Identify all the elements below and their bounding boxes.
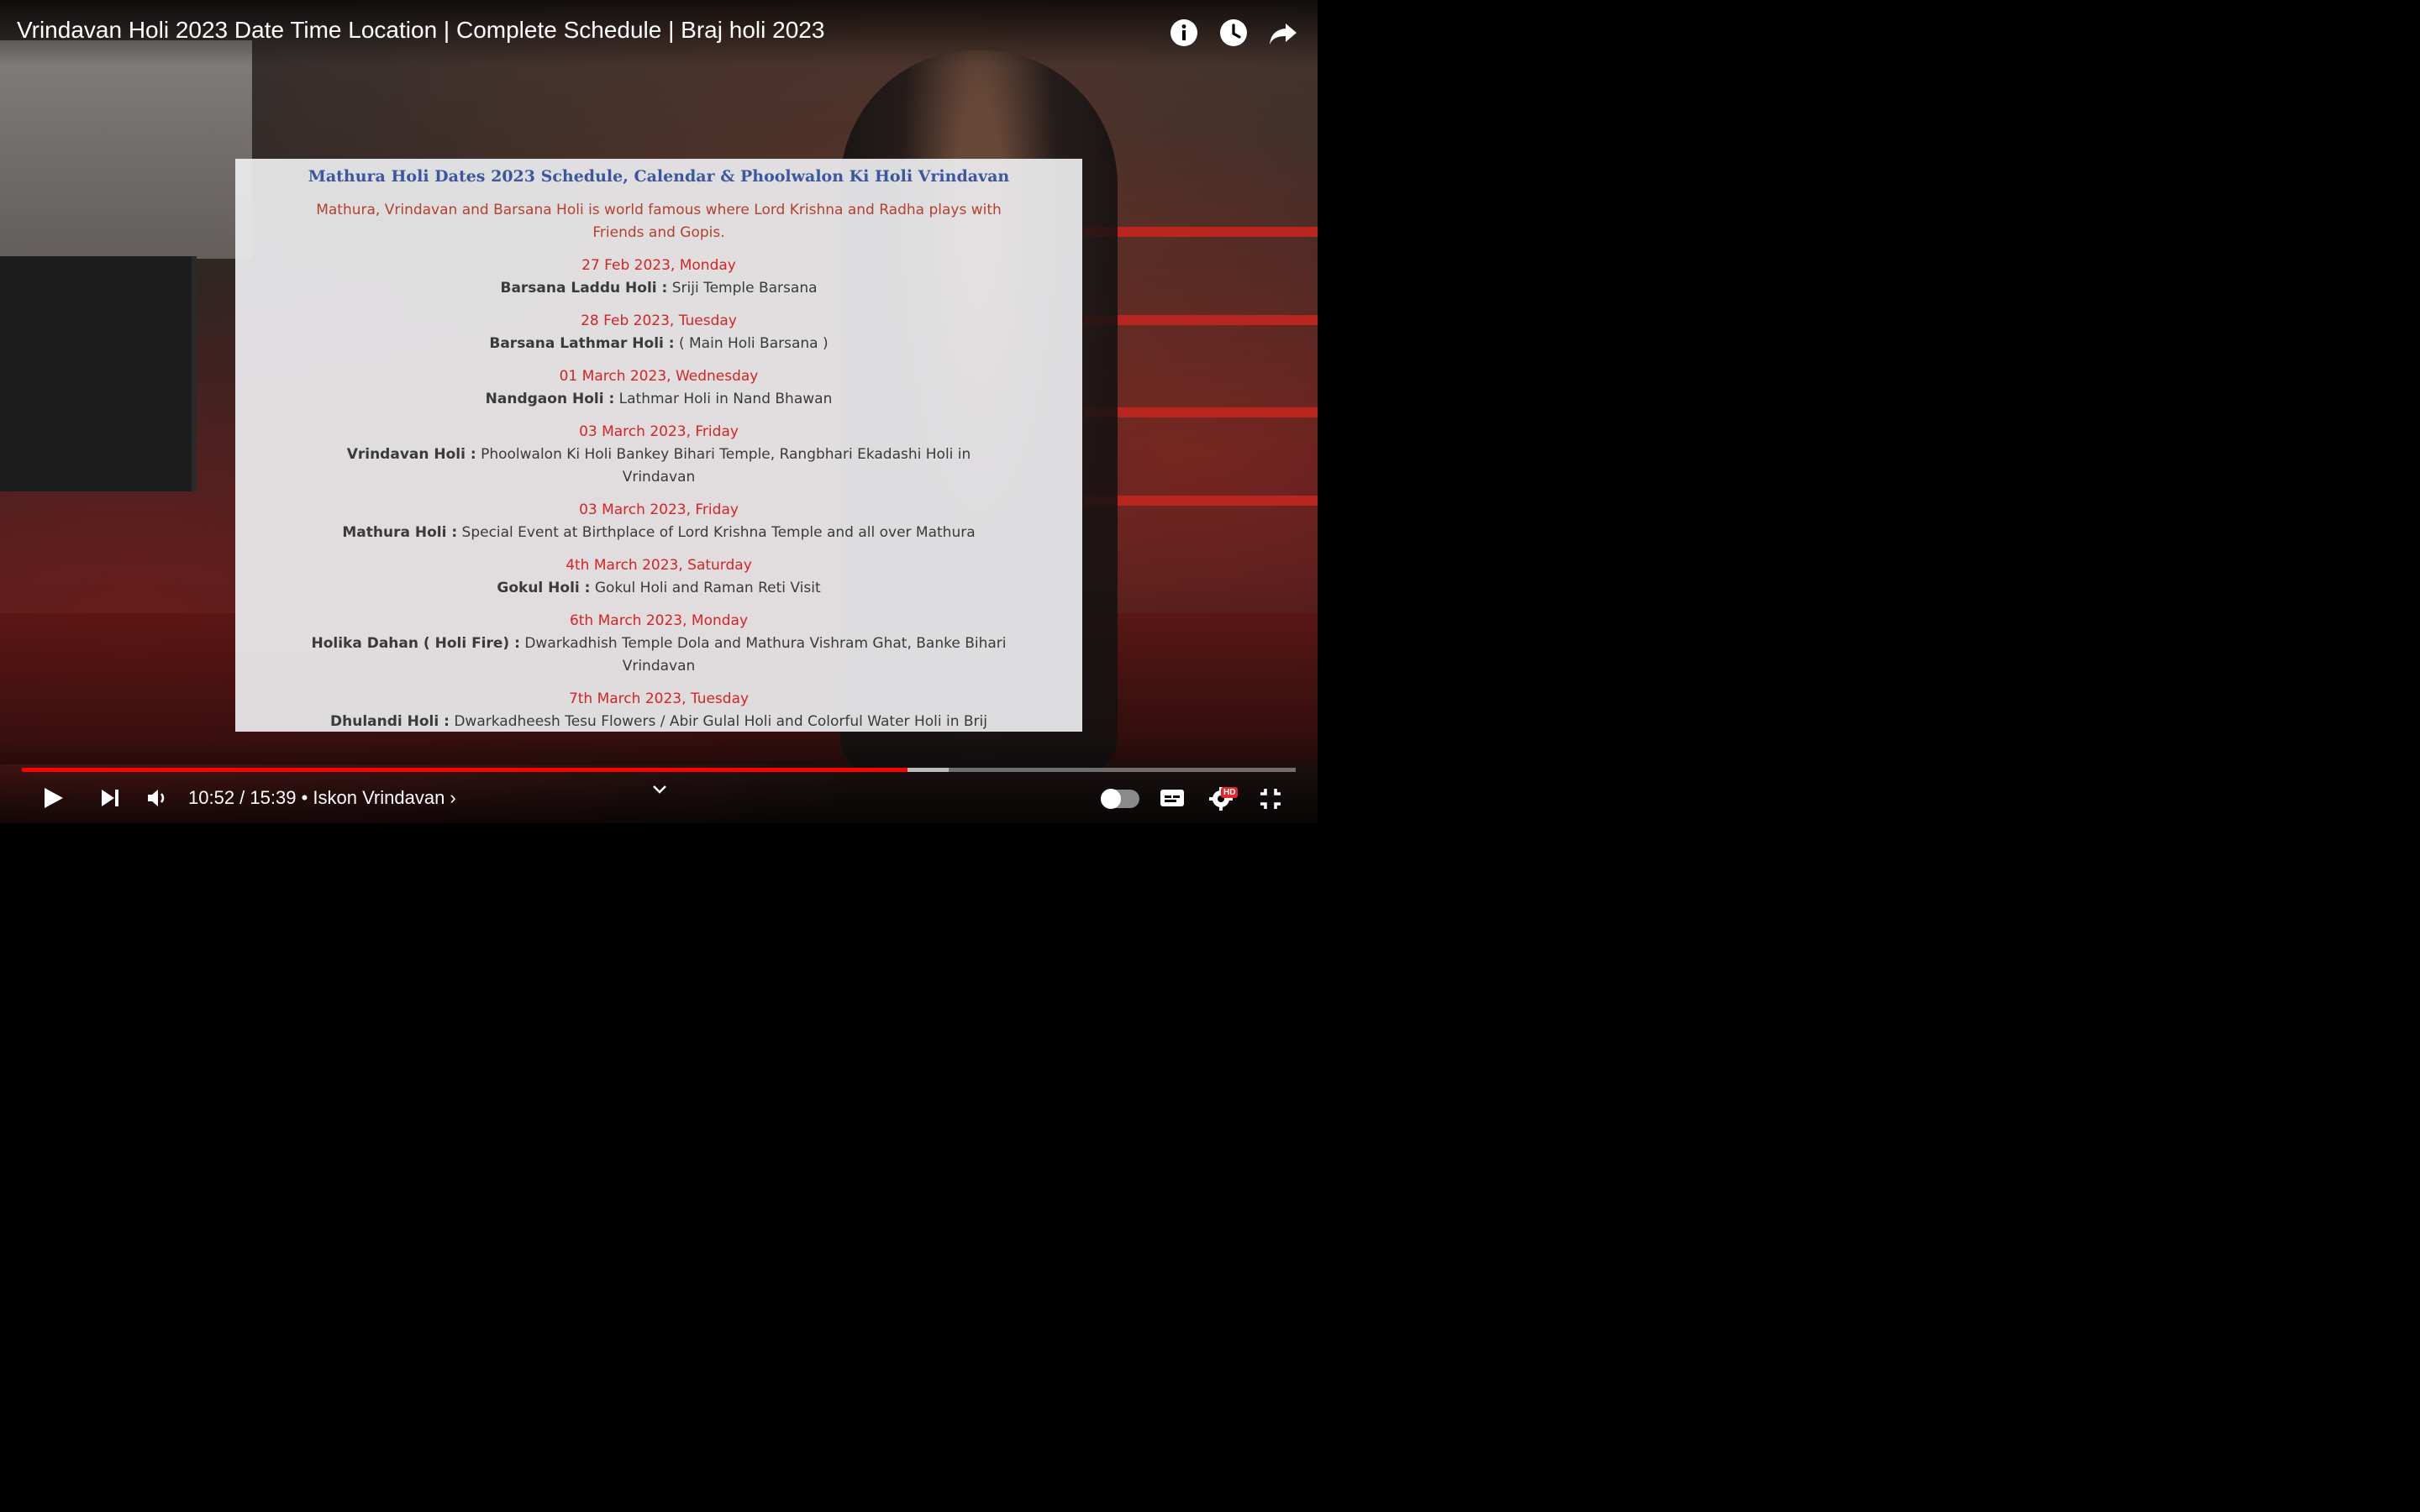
event-item: 6th March 2023, Monday Holika Dahan ( Ho… — [235, 610, 1082, 678]
video-title[interactable]: Vrindavan Holi 2023 Date Time Location |… — [17, 17, 824, 44]
exit-fullscreen-icon[interactable] — [1257, 785, 1284, 816]
event-item: 28 Feb 2023, Tuesday Barsana Lathmar Hol… — [235, 310, 1082, 355]
event-name: Vrindavan Holi : — [346, 446, 476, 463]
event-name: Holika Dahan ( Holi Fire) : — [311, 635, 520, 652]
event-name: Mathura Holi : — [342, 524, 458, 541]
background-shelf — [1084, 407, 1318, 417]
time-display: 10:52 / 15:39 • Iskon Vrindavan › — [188, 787, 456, 809]
event-detail: Lathmar Holi in Nand Bhawan — [614, 391, 833, 407]
background-chalkboard — [0, 256, 197, 491]
event-date: 7th March 2023, Tuesday — [568, 690, 750, 707]
event-date: 4th March 2023, Saturday — [566, 557, 752, 574]
event-line: Dhulandi Holi : Dwarkadheesh Tesu Flower… — [310, 711, 1007, 733]
progress-bar[interactable] — [22, 768, 1296, 772]
event-detail: Sriji Temple Barsana — [667, 280, 818, 297]
event-item: 4th March 2023, Saturday Gokul Holi : Go… — [235, 554, 1082, 600]
play-icon[interactable] — [40, 785, 66, 815]
channel-link[interactable]: • Iskon Vrindavan › — [296, 787, 456, 808]
hd-badge: HD — [1221, 787, 1239, 798]
event-detail: Dwarkadheesh Tesu Flowers / Abir Gulal H… — [449, 713, 987, 730]
event-name: Nandgaon Holi : — [485, 391, 615, 407]
event-name: Dhulandi Holi : — [330, 713, 450, 730]
event-line: Holika Dahan ( Holi Fire) : Dwarkadhish … — [310, 633, 1007, 678]
event-line: Barsana Laddu Holi : Sriji Temple Barsan… — [310, 277, 1007, 300]
background-shelf — [1084, 496, 1318, 506]
event-item: 27 Feb 2023, Monday Barsana Laddu Holi :… — [235, 255, 1082, 300]
event-detail: ( Main Holi Barsana ) — [674, 335, 829, 352]
event-date: 28 Feb 2023, Tuesday — [581, 312, 737, 329]
time-value: 10:52 / 15:39 — [188, 787, 297, 808]
event-date: 01 March 2023, Wednesday — [559, 368, 759, 385]
event-name: Barsana Laddu Holi : — [500, 280, 668, 297]
schedule-slide: Mathura Holi Dates 2023 Schedule, Calend… — [235, 159, 1082, 732]
event-date: 03 March 2023, Friday — [579, 423, 739, 440]
event-date: 27 Feb 2023, Monday — [581, 257, 736, 274]
clock-icon[interactable] — [1218, 17, 1249, 49]
event-detail: Gokul Holi and Raman Reti Visit — [590, 580, 821, 596]
slide-title: Mathura Holi Dates 2023 Schedule, Calend… — [308, 167, 1010, 186]
event-item: 01 March 2023, Wednesday Nandgaon Holi :… — [235, 365, 1082, 411]
event-name: Barsana Lathmar Holi : — [489, 335, 675, 352]
background-shelf — [1084, 227, 1318, 237]
event-date: 6th March 2023, Monday — [569, 612, 749, 629]
event-item: 7th March 2023, Tuesday Dhulandi Holi : … — [235, 688, 1082, 733]
share-icon[interactable] — [1267, 17, 1299, 49]
autoplay-toggle[interactable] — [1101, 789, 1139, 809]
top-bar: Vrindavan Holi 2023 Date Time Location |… — [0, 0, 1318, 66]
event-line: Gokul Holi : Gokul Holi and Raman Reti V… — [310, 577, 1007, 600]
slide-intro: Mathura, Vrindavan and Barsana Holi is w… — [316, 202, 1002, 241]
event-item: 03 March 2023, Friday Vrindavan Holi : P… — [235, 421, 1082, 489]
progress-played — [22, 768, 908, 772]
info-icon[interactable] — [1168, 17, 1200, 49]
event-detail: Dwarkadhish Temple Dola and Mathura Vish… — [519, 635, 1007, 675]
event-line: Barsana Lathmar Holi : ( Main Holi Barsa… — [310, 333, 1007, 355]
event-date: 03 March 2023, Friday — [579, 501, 739, 518]
event-line: Vrindavan Holi : Phoolwalon Ki Holi Bank… — [310, 444, 1007, 489]
event-list: 27 Feb 2023, Monday Barsana Laddu Holi :… — [235, 255, 1082, 733]
chevron-down-icon[interactable] — [650, 782, 669, 801]
autoplay-knob — [1101, 789, 1121, 809]
event-detail: Phoolwalon Ki Holi Bankey Bihari Temple,… — [476, 446, 971, 486]
background-shelf — [1084, 315, 1318, 325]
next-icon[interactable] — [97, 785, 123, 815]
event-detail: Special Event at Birthplace of Lord Kris… — [457, 524, 976, 541]
event-line: Nandgaon Holi : Lathmar Holi in Nand Bha… — [310, 388, 1007, 411]
background-wall — [0, 40, 252, 259]
event-name: Gokul Holi : — [497, 580, 591, 596]
event-item: 03 March 2023, Friday Mathura Holi : Spe… — [235, 499, 1082, 544]
captions-icon[interactable] — [1158, 785, 1186, 815]
event-line: Mathura Holi : Special Event at Birthpla… — [310, 522, 1007, 544]
volume-icon[interactable] — [145, 785, 170, 815]
